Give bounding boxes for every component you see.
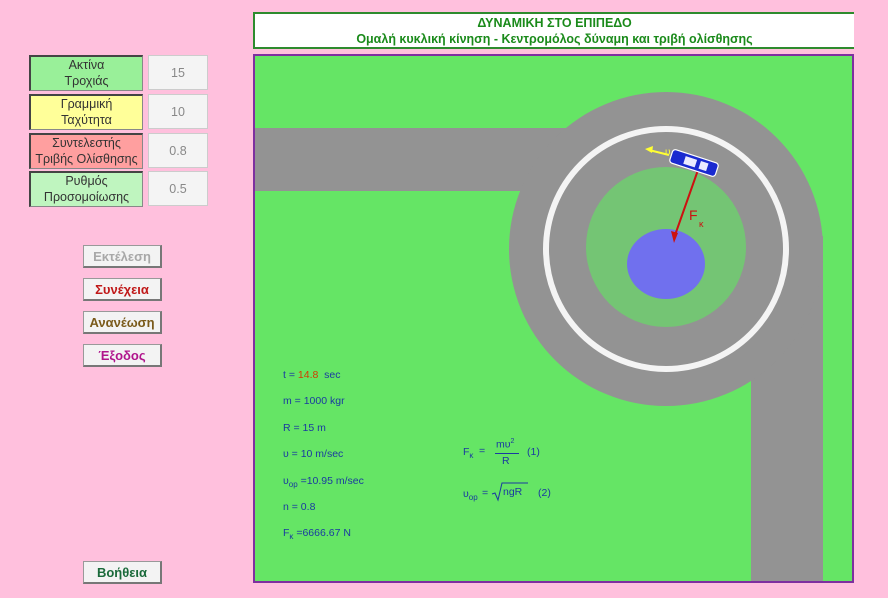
friction-readout: n = 0.8 [283,501,316,513]
friction-coefficient-input[interactable]: 0.8 [148,133,208,168]
page-subtitle: Ομαλή κυκλική κίνηση - Κεντρομόλος δύναμ… [356,32,753,46]
mass-readout: m = 1000 kgr [283,395,345,407]
velocity-readout: υ = 10 m/sec [283,448,344,460]
force-label-subscript: κ [699,219,704,229]
formula-centripetal-force: Fκ = mυ2 R (1) [463,438,540,467]
run-button[interactable]: Εκτέλεση [83,245,162,268]
velocity-label: Γραμμική Ταχύτητα [29,94,143,130]
refresh-button[interactable]: Ανανέωση [83,311,162,334]
force-readout: Fκ =6666.67 N [283,527,351,542]
center-pond [627,229,705,299]
simulation-rate-input[interactable]: 0.5 [148,171,208,206]
radius-input[interactable]: 15 [148,55,208,90]
page-title: ΔΥΝΑΜΙΚΗ ΣΤΟ ΕΠΙΠΕΔΟ [477,16,632,30]
exit-button[interactable]: Έξοδος [83,344,162,367]
simulation-rate-label: Ρυθμός Προσομοίωσης [29,171,143,207]
time-readout: t = 14.8 sec [283,369,341,381]
help-button[interactable]: Βοήθεια [83,561,162,584]
force-label: F [689,207,698,223]
header: ΔΥΝΑΜΙΚΗ ΣΤΟ ΕΠΙΠΕΔΟ Ομαλή κυκλική κίνησ… [253,12,854,49]
critical-velocity-readout: υop =10.95 m/sec [283,475,364,490]
friction-coefficient-label: Συντελεστής Τριβής Ολίσθησης [29,133,143,169]
formula-critical-velocity: υop = ngR (2) [463,482,573,508]
continue-button[interactable]: Συνέχεια [83,278,162,301]
simulation-canvas: F κ υ t = 14.8 sec m = 1000 kgr R = 15 m… [253,54,854,583]
radius-label: Ακτίνα Τροχιάς [29,55,143,91]
velocity-input[interactable]: 10 [148,94,208,129]
velocity-label: υ [665,147,670,158]
radius-readout: R = 15 m [283,422,326,434]
